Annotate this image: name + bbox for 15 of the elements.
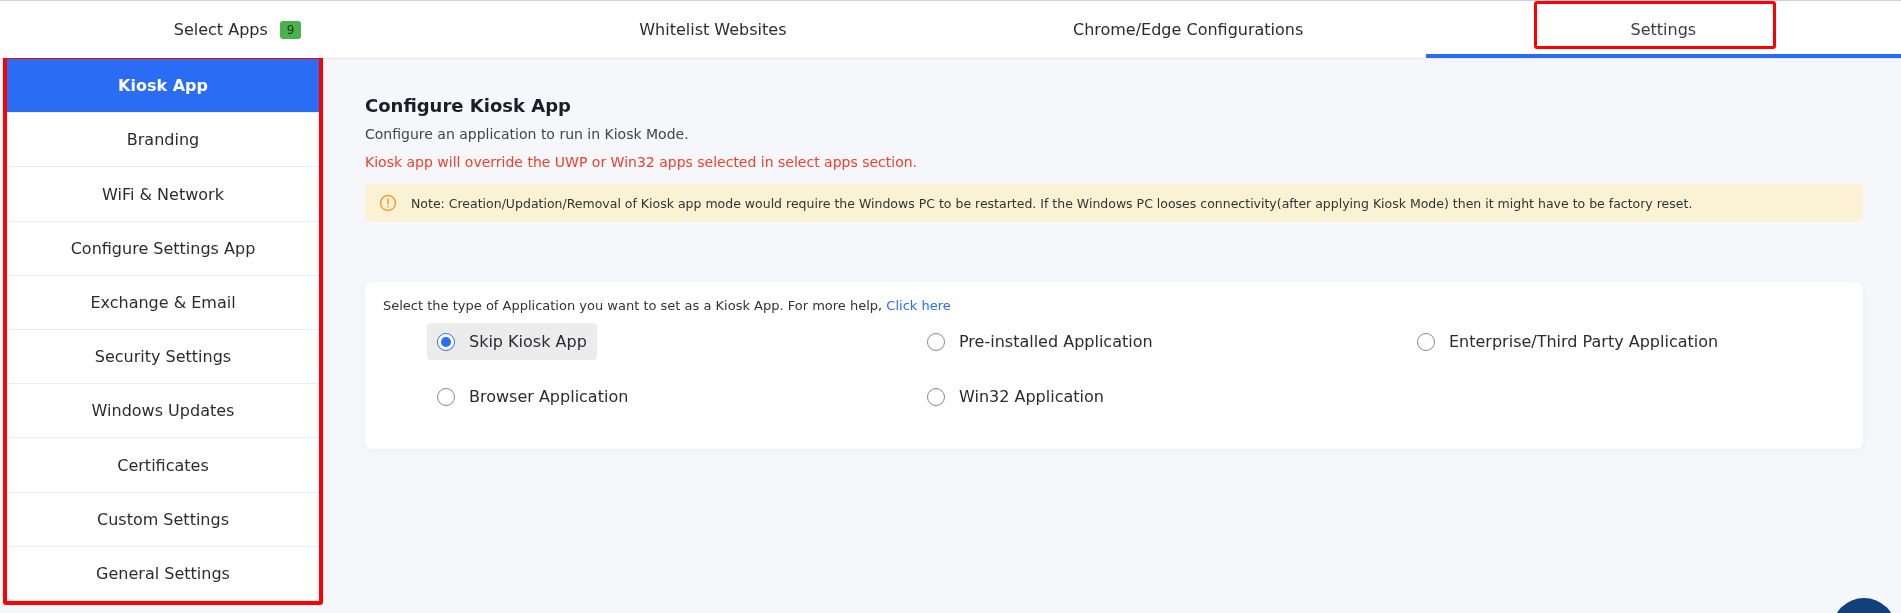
- warning-text: Kiosk app will override the UWP or Win32 apps selected in select apps section.: [365, 154, 919, 170]
- radio-option[interactable]: Enterprise/Third Party Application: [1407, 323, 1729, 360]
- tab[interactable]: Settings: [1425, 1, 1901, 58]
- section-title: Configure Kiosk App: [365, 95, 572, 116]
- count-badge: 9: [279, 20, 302, 39]
- description-text: Configure an application to run in Kiosk Mode.: [365, 126, 690, 142]
- sidebar-item[interactable]: Kiosk App: [7, 59, 319, 114]
- radio-option[interactable]: Skip Kiosk App: [427, 323, 597, 360]
- help-link[interactable]: Click here: [886, 298, 951, 313]
- prompt-text: Select the type of Application you want to set as a Kiosk App. For more help, Click here: [383, 298, 952, 313]
- radio-option[interactable]: Win32 Application: [917, 378, 1114, 415]
- radio-option[interactable]: Browser Application: [427, 378, 639, 415]
- info-icon: [379, 194, 397, 212]
- radio-option[interactable]: Pre-installed Application: [917, 323, 1163, 360]
- note-text: Note: Creation/Updation/Removal of Kiosk app mode would require the Windows PC to be restarted. If the Windows PC looses connectivity(after applying Kiosk Mode) then it might have to be factory reset.: [411, 195, 1693, 211]
